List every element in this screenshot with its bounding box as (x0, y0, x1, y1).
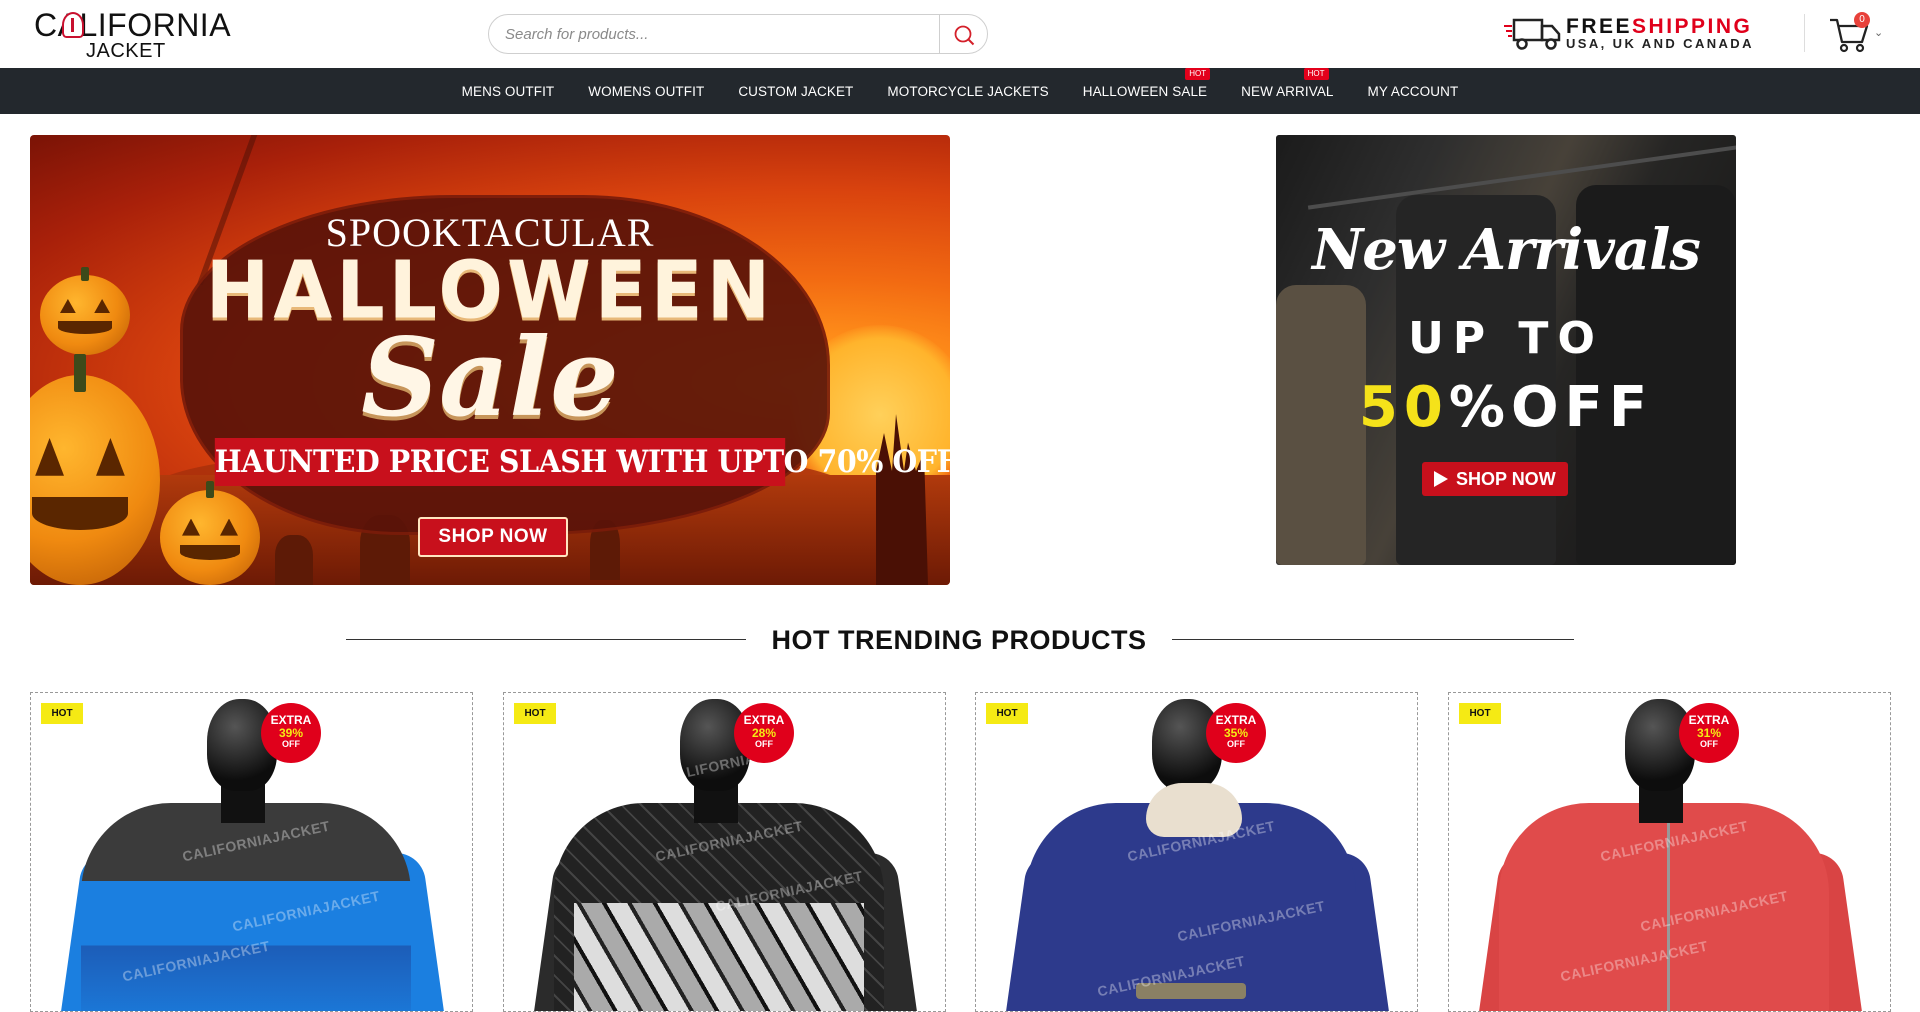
nav-item-halloween-sale[interactable]: HOT HALLOWEEN SALE (1066, 68, 1224, 114)
nav-item-mens-outfit[interactable]: MENS OUTFIT (445, 68, 572, 114)
hot-badge: HOT (986, 703, 1028, 724)
nav-item-my-account[interactable]: MY ACCOUNT (1351, 68, 1476, 114)
section-title: HOT TRENDING PRODUCTS (771, 625, 1147, 655)
discount-badge: EXTRA 39% OFF (261, 703, 321, 763)
discount-badge: EXTRA 31% OFF (1679, 703, 1739, 763)
search-button[interactable] (939, 15, 987, 53)
product-image: CALIFORNIAJACKET CALIFORNIAJACKET CALIFO… (504, 693, 945, 1011)
jacket-icon (62, 12, 84, 38)
hot-badge: HOT (1459, 703, 1501, 724)
divider-line (1172, 639, 1574, 640)
header-divider (1804, 14, 1805, 52)
chevron-down-icon: ⌄ (1874, 27, 1884, 39)
hot-badge: HOT (514, 703, 556, 724)
banner-up-to-text: UP TO (1408, 313, 1604, 364)
product-card[interactable]: CALIFORNIAJACKET CALIFORNIAJACKET CALIFO… (30, 692, 473, 1012)
product-image: CALIFORNIAJACKET CALIFORNIAJACKET CALIFO… (31, 693, 472, 1011)
discount-badge: EXTRA 35% OFF (1206, 703, 1266, 763)
search-input[interactable] (489, 15, 939, 53)
discount-badge: EXTRA 28% OFF (734, 703, 794, 763)
free-shipping-title: FREESHIPPING (1566, 15, 1753, 38)
free-shipping-regions: USA, UK AND CANADA (1566, 36, 1754, 51)
play-icon (1434, 471, 1448, 487)
banner-discount-text: 50%OFF (1358, 375, 1654, 440)
new-arrivals-shop-now-button[interactable]: SHOP NOW (1422, 462, 1568, 496)
cart-button[interactable]: 0 ⌄ (1824, 12, 1884, 56)
hot-badge: HOT (1303, 68, 1329, 80)
product-image: CALIFORNIAJACKET CALIFORNIAJACKET CALIFO… (1449, 693, 1890, 1011)
banner-sale-text: Sale (361, 315, 619, 441)
site-header: CALIFORNIA JACKET FREESHIPPING USA, UK A… (0, 0, 1920, 68)
nav-item-motorcycle-jackets[interactable]: MOTORCYCLE JACKETS (870, 68, 1065, 114)
tombstone-graphic (275, 535, 313, 585)
section-heading: HOT TRENDING PRODUCTS (346, 620, 1574, 660)
product-image: CALIFORNIAJACKET CALIFORNIAJACKET CALIFO… (976, 693, 1417, 1011)
hot-badge: HOT (41, 703, 83, 724)
nav-item-custom-jacket[interactable]: CUSTOM JACKET (721, 68, 870, 114)
banner-promo-text: HAUNTED PRICE SLASH WITH UPTO 70% OFF (214, 438, 950, 486)
product-card[interactable]: CALIFORNIAJACKET CALIFORNIAJACKET CALIFO… (503, 692, 946, 1012)
search-icon (954, 25, 975, 46)
product-card[interactable]: CALIFORNIAJACKET CALIFORNIAJACKET CALIFO… (1448, 692, 1891, 1012)
truck-icon (1504, 18, 1561, 50)
halloween-shop-now-button[interactable]: SHOP NOW (418, 517, 568, 557)
nav-item-new-arrival[interactable]: HOT NEW ARRIVAL (1224, 68, 1350, 114)
main-nav: MENS OUTFIT WOMENS OUTFIT CUSTOM JACKET … (0, 68, 1920, 114)
cart-count-badge: 0 (1854, 12, 1870, 28)
pumpkin-icon (160, 480, 260, 585)
logo-text-line2: JACKET (86, 40, 166, 62)
site-logo[interactable]: CALIFORNIA JACKET (34, 6, 234, 62)
hot-badge: HOT (1185, 68, 1211, 80)
banner-new-arrivals-text: New Arrivals (1312, 217, 1701, 283)
new-arrivals-banner[interactable]: New Arrivals UP TO 50%OFF SHOP NOW (1276, 135, 1736, 565)
product-card[interactable]: CALIFORNIAJACKET CALIFORNIAJACKET CALIFO… (975, 692, 1418, 1012)
free-shipping-banner: FREESHIPPING USA, UK AND CANADA (1504, 14, 1774, 54)
divider-line (346, 639, 746, 640)
halloween-sale-banner[interactable]: SPOOKTACULAR HALLOWEEN Sale HAUNTED PRIC… (30, 135, 950, 585)
nav-item-womens-outfit[interactable]: WOMENS OUTFIT (571, 68, 721, 114)
search-bar (488, 14, 988, 54)
